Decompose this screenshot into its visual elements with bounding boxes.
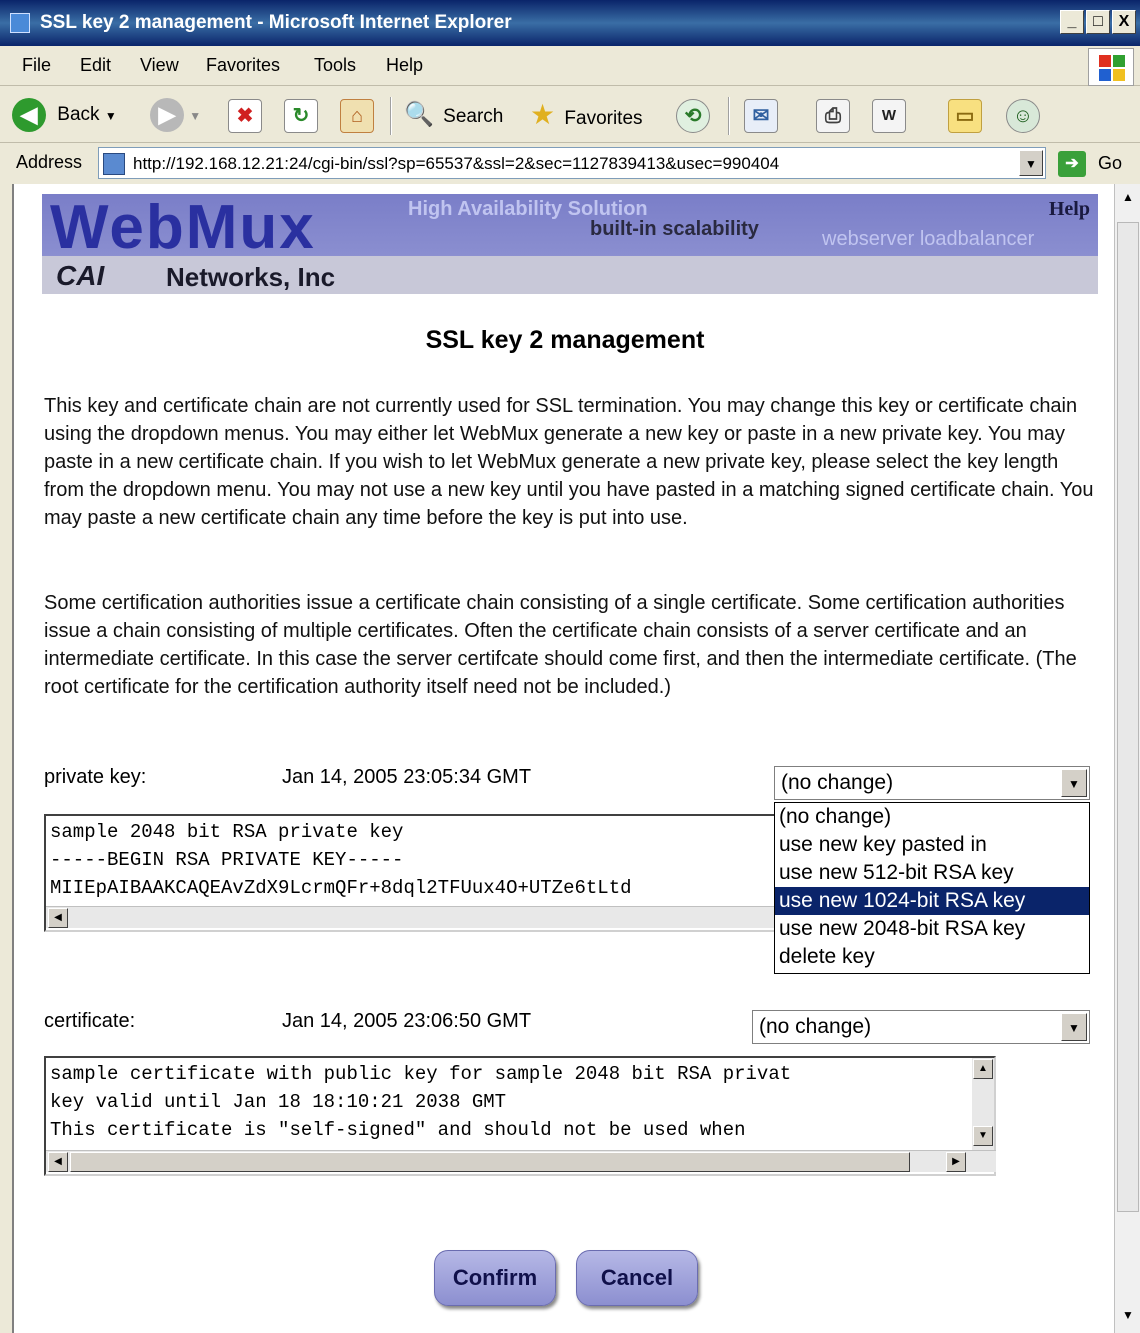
back-button[interactable]: ◀ Back ▼ [12,97,117,133]
certificate-vscrollbar[interactable]: ▲ ▼ [972,1058,994,1150]
page-vscrollbar[interactable]: ▲ ▼ [1114,184,1140,1333]
cai-logo: CAI [56,260,105,291]
forward-button[interactable]: ▶ ▼ [150,97,201,133]
star-icon: ★ [530,99,556,130]
address-input[interactable]: http://192.168.12.21:24/cgi-bin/ssl?sp=6… [98,147,1046,179]
menu-tools[interactable]: Tools [314,55,356,76]
back-label: Back [57,104,100,125]
certificate-label: certificate: [44,1010,136,1032]
back-arrow-icon: ◀ [12,97,46,132]
menu-view[interactable]: View [140,55,179,76]
private-key-date: Jan 14, 2005 23:05:34 GMT [282,766,532,788]
banner-subtag2: webserver loadbalancer [822,228,1035,250]
stop-icon[interactable]: ✖ [228,99,262,133]
title-bar: SSL key 2 management - Microsoft Interne… [0,0,1140,46]
menu-edit[interactable]: Edit [80,55,111,76]
private-key-hscrollbar[interactable]: ◀ [46,906,792,928]
window-title: SSL key 2 management - Microsoft Interne… [40,12,512,33]
webmux-banner: WebMux High Availability Solution built-… [42,193,1098,294]
page-title: SSL key 2 management [425,326,705,354]
cancel-button[interactable]: Cancel [576,1250,698,1306]
ie-app-icon [10,13,30,33]
confirm-button[interactable]: Confirm [434,1250,556,1306]
page-scroll-thumb[interactable] [1117,222,1139,1212]
home-icon[interactable]: ⌂ [340,99,374,133]
scroll-down-icon[interactable]: ▼ [973,1126,993,1146]
menu-bar: File Edit View Favorites Tools Help [0,46,1140,86]
search-icon: 🔍 [404,101,434,128]
menu-file[interactable]: File [22,55,51,76]
minimize-button[interactable]: _ [1060,10,1084,34]
help-link[interactable]: Help [1049,198,1090,221]
go-button-label[interactable]: Go [1098,153,1122,174]
private-key-select-value: (no change) [781,771,894,794]
address-dropdown-button[interactable]: ▼ [1019,150,1043,176]
toolbar-separator [728,97,730,135]
history-icon[interactable]: ⟲ [676,99,710,133]
dropdown-option[interactable]: (no change) [775,803,1089,831]
scroll-right-icon[interactable]: ▶ [946,1152,966,1172]
private-key-dropdown-list: (no change) use new key pasted in use ne… [774,802,1090,974]
favorites-label: Favorites [564,108,643,129]
scroll-down-icon[interactable]: ▼ [1119,1308,1137,1326]
address-label: Address [16,152,83,172]
certificate-select-value: (no change) [759,1015,872,1038]
chevron-down-icon: ▼ [189,109,202,123]
dropdown-option[interactable]: delete key [775,943,1089,971]
chevron-down-icon[interactable]: ▼ [1061,769,1087,797]
menu-help[interactable]: Help [386,55,423,76]
webmux-logo: WebMux [50,193,316,262]
search-label: Search [443,106,504,127]
menu-favorites[interactable]: Favorites [206,55,280,76]
print-icon[interactable]: ⎙ [816,99,850,133]
private-key-select[interactable]: (no change) ▼ [774,766,1090,800]
folder-icon[interactable]: ▭ [948,99,982,133]
scroll-left-icon[interactable]: ◀ [48,908,68,928]
edit-word-icon[interactable]: W [872,99,906,133]
banner-subtag: built-in scalability [590,218,759,240]
page-viewport: WebMux High Availability Solution built-… [12,184,1114,1333]
dropdown-option-highlighted[interactable]: use new 1024-bit RSA key [775,887,1089,915]
dropdown-option[interactable]: use new 512-bit RSA key [775,859,1089,887]
company-name: Networks, Inc [166,262,336,292]
scroll-left-icon[interactable]: ◀ [48,1152,68,1172]
favorites-button[interactable]: ★ Favorites [530,97,643,133]
dropdown-option[interactable]: use new 2048-bit RSA key [775,915,1089,943]
certificate-date: Jan 14, 2005 23:06:50 GMT [282,1010,532,1032]
chevron-down-icon: ▼ [104,109,117,123]
dropdown-option[interactable]: use new key pasted in [775,831,1089,859]
refresh-icon[interactable]: ↻ [284,99,318,133]
windows-logo-icon [1088,48,1134,86]
address-url: http://192.168.12.21:24/cgi-bin/ssl?sp=6… [133,154,780,173]
toolbar-separator [390,97,392,135]
chain-paragraph: Some certification authorities issue a c… [44,592,1077,698]
scroll-up-icon[interactable]: ▲ [973,1059,993,1079]
mail-icon[interactable]: ✉ [744,99,778,133]
private-key-label: private key: [44,766,147,788]
toolbar: ◀ Back ▼ ▶ ▼ ✖ ↻ ⌂ 🔍 Search ★ Favorites … [0,87,1140,143]
intro-paragraph: This key and certificate chain are not c… [44,395,1094,529]
banner-company-strip: CAI Networks, Inc [42,256,1098,294]
page-icon [103,153,125,175]
go-arrow-icon[interactable]: ➔ [1058,151,1086,177]
maximize-button[interactable]: □ [1086,10,1110,34]
close-button[interactable]: X [1112,10,1136,34]
certificate-select[interactable]: (no change) ▼ [752,1010,1090,1044]
hscroll-thumb[interactable] [70,1152,910,1172]
forward-arrow-icon: ▶ [150,97,184,132]
certificate-hscrollbar[interactable]: ◀ ▶ [46,1150,996,1172]
chevron-down-icon[interactable]: ▼ [1061,1013,1087,1041]
messenger-icon[interactable]: ☺ [1006,99,1040,133]
search-button[interactable]: 🔍 Search [404,97,503,133]
address-bar: Address http://192.168.12.21:24/cgi-bin/… [0,143,1140,183]
scroll-up-icon[interactable]: ▲ [1119,190,1137,208]
